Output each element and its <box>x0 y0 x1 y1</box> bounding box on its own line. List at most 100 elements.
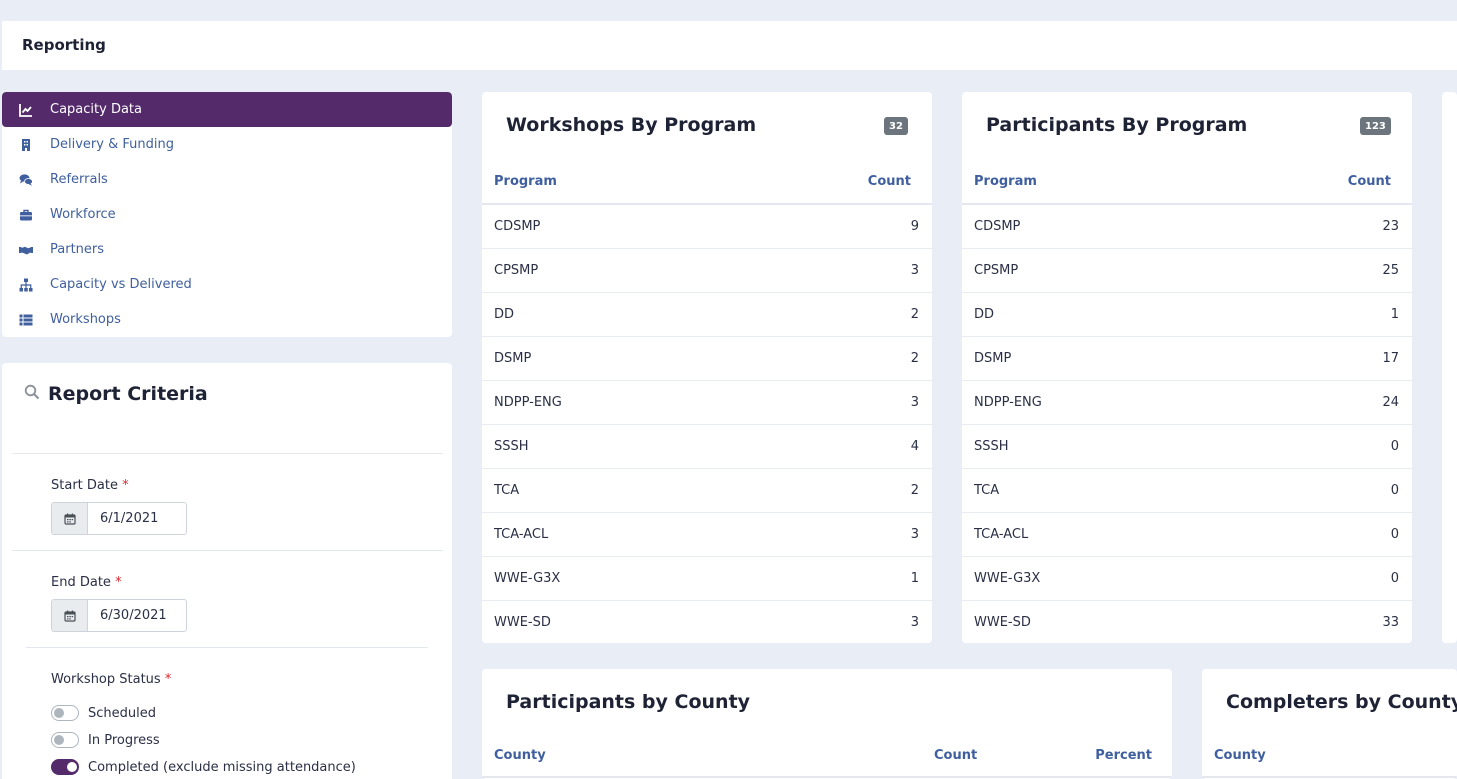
column-header-program[interactable]: Program <box>494 174 557 189</box>
nav-item-label: Capacity vs Delivered <box>50 277 192 292</box>
table-row: CDSMP 9 <box>482 205 932 249</box>
nav-item-capacity-vs-delivered[interactable]: Capacity vs Delivered <box>2 267 452 302</box>
status-option-scheduled[interactable]: Scheduled <box>51 705 156 721</box>
table-row: CPSMP 3 <box>482 249 932 293</box>
workshops-count-badge: 32 <box>884 117 908 135</box>
card-title: Participants By Program <box>986 114 1248 136</box>
count-cell: 1 <box>1390 307 1399 322</box>
column-header-program[interactable]: Program <box>974 174 1037 189</box>
status-option-completed[interactable]: Completed (exclude missing attendance) <box>51 759 356 775</box>
table-row: DD 2 <box>482 293 932 337</box>
nav-item-workshops[interactable]: Workshops <box>2 302 452 337</box>
program-cell: CDSMP <box>494 219 541 234</box>
column-header-count[interactable]: Count <box>934 748 977 763</box>
workshops-by-program-card: Workshops By Program Program Count CDSMP… <box>482 92 932 643</box>
status-option-label: Completed (exclude missing attendance) <box>88 759 356 775</box>
program-cell: TCA <box>974 483 1000 498</box>
column-header-county[interactable]: County <box>494 748 546 763</box>
table-row: TCA 0 <box>962 469 1412 513</box>
status-option-in-progress[interactable]: In Progress <box>51 732 160 748</box>
table-row: TCA-ACL 3 <box>482 513 932 557</box>
list-icon <box>19 313 33 327</box>
count-cell: 0 <box>1390 483 1399 498</box>
count-cell: 24 <box>1382 395 1399 410</box>
status-option-label: In Progress <box>88 732 160 748</box>
start-date-value[interactable]: 6/1/2021 <box>88 503 158 534</box>
column-header-count[interactable]: Count <box>868 174 911 189</box>
divider <box>12 550 443 551</box>
program-cell: SSSH <box>974 439 1009 454</box>
count-cell: 3 <box>910 615 919 630</box>
report-criteria-header: Report Criteria <box>24 383 208 405</box>
program-cell: CDSMP <box>974 219 1021 234</box>
program-cell: WWE-SD <box>974 615 1031 630</box>
nav-item-workforce[interactable]: Workforce <box>2 197 452 232</box>
nav-item-delivery-funding[interactable]: Delivery & Funding <box>2 127 452 162</box>
program-cell: TCA <box>494 483 520 498</box>
count-cell: 23 <box>1382 219 1399 234</box>
count-cell: 2 <box>910 483 919 498</box>
count-cell: 2 <box>910 307 919 322</box>
table-row: DD 1 <box>962 293 1412 337</box>
card-title: Participants by County <box>506 691 751 713</box>
participants-by-program-card: Participants By Program Program Count CD… <box>962 92 1412 643</box>
count-cell: 9 <box>910 219 919 234</box>
program-cell: SSSH <box>494 439 529 454</box>
table-row: WWE-SD 3 <box>482 601 932 643</box>
in-progress-toggle[interactable] <box>51 732 79 748</box>
end-date-field[interactable]: 6/30/2021 <box>51 599 187 632</box>
table-row: CPSMP 25 <box>962 249 1412 293</box>
count-cell: 3 <box>910 263 919 278</box>
table-row: DSMP 2 <box>482 337 932 381</box>
start-date-field[interactable]: 6/1/2021 <box>51 502 187 535</box>
report-criteria-panel: Report Criteria Start Date * 6/1/2021 En… <box>2 363 452 779</box>
count-cell: 25 <box>1382 263 1399 278</box>
table-row: SSSH 4 <box>482 425 932 469</box>
program-cell: CPSMP <box>494 263 539 278</box>
chart-line-icon <box>19 103 33 117</box>
end-date-label: End Date * <box>51 575 122 590</box>
completers-by-county-card: Completers by County County <box>1202 669 1457 779</box>
program-cell: WWE-G3X <box>974 571 1041 586</box>
divider <box>12 453 443 454</box>
count-cell: 4 <box>910 439 919 454</box>
count-cell: 3 <box>910 527 919 542</box>
program-cell: TCA-ACL <box>494 527 549 542</box>
end-date-value[interactable]: 6/30/2021 <box>88 600 167 631</box>
count-cell: 2 <box>910 351 919 366</box>
nav-item-label: Workforce <box>50 207 116 222</box>
nav-item-label: Workshops <box>50 312 121 327</box>
program-cell: DSMP <box>494 351 532 366</box>
count-cell: 0 <box>1390 439 1399 454</box>
nav-item-capacity-data[interactable]: Capacity Data <box>2 92 452 127</box>
count-cell: 33 <box>1382 615 1399 630</box>
table-row: SSSH 0 <box>962 425 1412 469</box>
column-header-percent[interactable]: Percent <box>1095 748 1152 763</box>
program-cell: WWE-SD <box>494 615 551 630</box>
table-header-divider <box>482 776 1172 778</box>
nav-item-referrals[interactable]: Referrals <box>2 162 452 197</box>
count-cell: 0 <box>1390 571 1399 586</box>
table-row: NDPP-ENG 24 <box>962 381 1412 425</box>
count-cell: 1 <box>910 571 919 586</box>
program-cell: TCA-ACL <box>974 527 1029 542</box>
handshake-icon <box>19 243 33 257</box>
start-date-label: Start Date * <box>51 478 129 493</box>
calendar-icon[interactable] <box>52 600 88 631</box>
report-criteria-title: Report Criteria <box>48 383 208 405</box>
scheduled-toggle[interactable] <box>51 705 79 721</box>
program-cell: DSMP <box>974 351 1012 366</box>
table-row: TCA-ACL 0 <box>962 513 1412 557</box>
nav-item-partners[interactable]: Partners <box>2 232 452 267</box>
card-title: Workshops By Program <box>506 114 757 136</box>
column-header-county[interactable]: County <box>1214 748 1266 763</box>
nav-item-label: Delivery & Funding <box>50 137 174 152</box>
table-row: WWE-G3X 0 <box>962 557 1412 601</box>
table-row: WWE-G3X 1 <box>482 557 932 601</box>
table-row: NDPP-ENG 3 <box>482 381 932 425</box>
calendar-icon[interactable] <box>52 503 88 534</box>
column-header-count[interactable]: Count <box>1348 174 1391 189</box>
page-title: Reporting <box>22 36 106 54</box>
program-cell: WWE-G3X <box>494 571 561 586</box>
completed-toggle[interactable] <box>51 759 79 775</box>
